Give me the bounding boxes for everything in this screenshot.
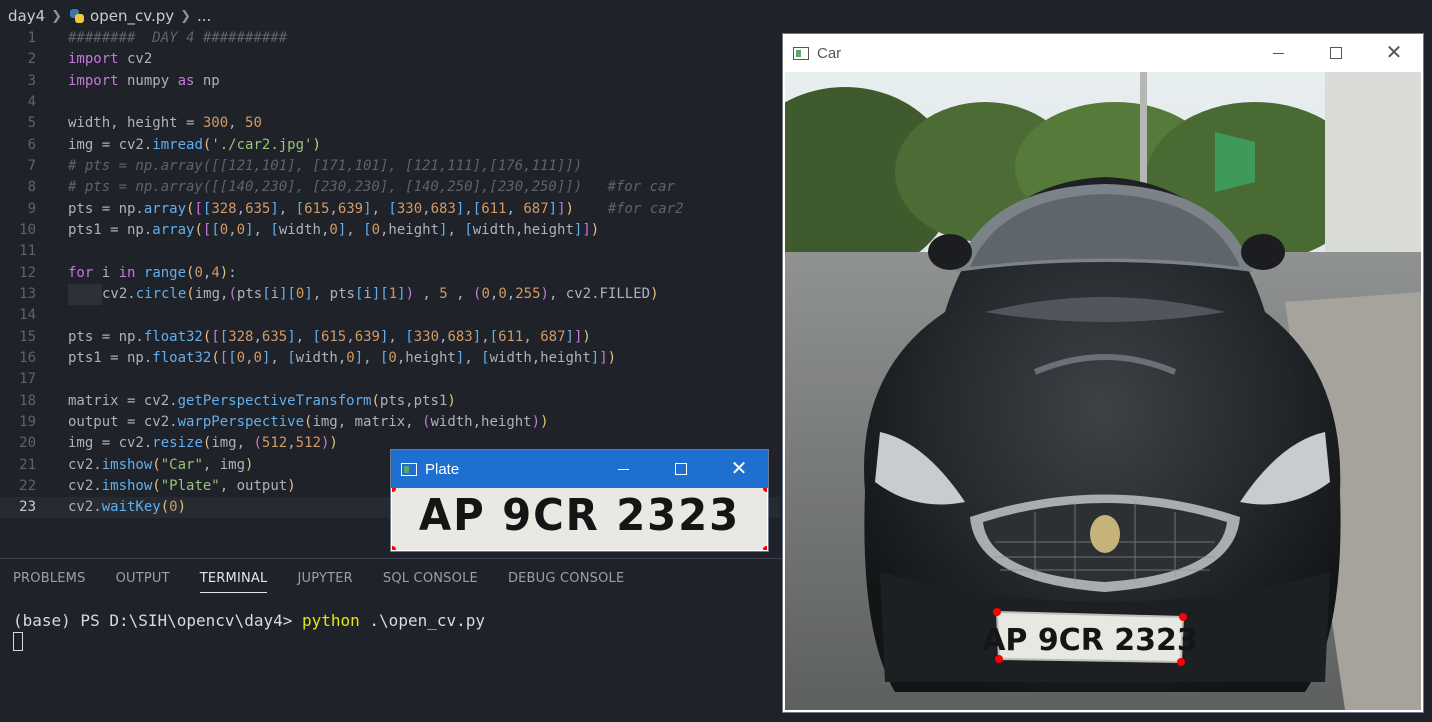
window-app-icon: [793, 46, 809, 60]
plate-window-title: Plate: [425, 460, 460, 478]
terminal-cursor: [13, 632, 23, 651]
marker-dot: [1177, 658, 1185, 666]
code-line[interactable]: 2 import cv2: [0, 49, 780, 70]
code-line[interactable]: 1 ######## DAY 4 ##########: [0, 28, 780, 49]
tab-debug-console[interactable]: DEBUG CONSOLE: [508, 571, 624, 593]
code-line[interactable]: 5 width, height = 300, 50: [0, 113, 780, 134]
plate-window-titlebar[interactable]: Plate ✕: [391, 450, 768, 488]
code-line[interactable]: 17: [0, 369, 780, 390]
minimize-icon: [617, 468, 629, 470]
bottom-panel: PROBLEMS OUTPUT TERMINAL JUPYTER SQL CON…: [0, 558, 782, 722]
car-plate-text: AP 9CR 2323: [982, 623, 1198, 658]
code-line[interactable]: 12 for i in range(0,4):: [0, 263, 780, 284]
breadcrumb-file[interactable]: open_cv.py: [90, 7, 174, 25]
marker-dot: [392, 546, 396, 550]
car-window[interactable]: Car ✕ AP 9CR 2323: [783, 34, 1423, 712]
tab-output[interactable]: OUTPUT: [116, 571, 170, 593]
terminal-command: python: [301, 611, 360, 630]
minimize-button[interactable]: [594, 450, 652, 488]
python-file-icon: [70, 9, 85, 23]
tab-jupyter[interactable]: JUPYTER: [297, 571, 352, 593]
marker-dot: [763, 546, 767, 550]
maximize-icon: [675, 463, 687, 475]
close-icon: ✕: [730, 458, 748, 480]
terminal-args: .\open_cv.py: [359, 611, 486, 630]
plate-image: AP 9CR 2323: [392, 488, 767, 550]
close-icon: ✕: [1385, 42, 1403, 64]
code-line[interactable]: 9 pts = np.array([[328,635], [615,639], […: [0, 199, 780, 220]
breadcrumb-more[interactable]: ...: [197, 7, 211, 25]
marker-dot: [763, 488, 767, 492]
marker-dot: [392, 488, 396, 492]
panel-tabs: PROBLEMS OUTPUT TERMINAL JUPYTER SQL CON…: [0, 571, 641, 593]
car-image: AP 9CR 2323: [785, 72, 1421, 710]
breadcrumb-folder[interactable]: day4: [8, 7, 45, 25]
tab-sql-console[interactable]: SQL CONSOLE: [383, 571, 478, 593]
terminal-prompt: (base) PS D:\SIH\opencv\day4>: [13, 611, 302, 630]
chevron-right-icon: ❯: [51, 8, 63, 24]
close-button[interactable]: ✕: [1365, 34, 1423, 72]
car-window-title: Car: [817, 44, 842, 62]
terminal-line[interactable]: (base) PS D:\SIH\opencv\day4> python .\o…: [13, 611, 485, 630]
tab-problems[interactable]: PROBLEMS: [13, 571, 86, 593]
code-line[interactable]: 16 pts1 = np.float32([[0,0], [width,0], […: [0, 348, 780, 369]
marker-dot: [993, 608, 1001, 616]
code-line[interactable]: 13 cv2.circle(img,(pts[i][0], pts[i][1]) …: [0, 284, 780, 305]
maximize-button[interactable]: [1307, 34, 1365, 72]
code-line[interactable]: 7 # pts = np.array([[121,101], [171,101],…: [0, 156, 780, 177]
code-line[interactable]: 19 output = cv2.warpPerspective(img, matr…: [0, 412, 780, 433]
marker-dot: [995, 655, 1003, 663]
code-line[interactable]: 8 # pts = np.array([[140,230], [230,230],…: [0, 177, 780, 198]
tab-terminal[interactable]: TERMINAL: [199, 571, 268, 593]
marker-dot: [1179, 613, 1187, 621]
maximize-icon: [1330, 47, 1342, 59]
window-app-icon: [401, 462, 417, 476]
code-line[interactable]: 15 pts = np.float32([[328,635], [615,639]…: [0, 327, 780, 348]
close-button[interactable]: ✕: [710, 450, 768, 488]
code-line[interactable]: 14: [0, 305, 780, 326]
minimize-icon: [1272, 52, 1284, 54]
code-line[interactable]: 10 pts1 = np.array([[0,0], [width,0], [0,…: [0, 220, 780, 241]
code-line[interactable]: 11: [0, 241, 780, 262]
chevron-right-icon: ❯: [180, 8, 192, 24]
code-line[interactable]: 6 img = cv2.imread('./car2.jpg'): [0, 135, 780, 156]
minimize-button[interactable]: [1249, 34, 1307, 72]
plate-text: AP 9CR 2323: [418, 490, 741, 541]
maximize-button[interactable]: [652, 450, 710, 488]
plate-window[interactable]: Plate ✕ AP 9CR 2323: [391, 450, 768, 551]
car-window-titlebar[interactable]: Car ✕: [783, 34, 1423, 72]
code-line[interactable]: 4: [0, 92, 780, 113]
code-line[interactable]: 18 matrix = cv2.getPerspectiveTransform(p…: [0, 391, 780, 412]
code-line[interactable]: 3 import numpy as np: [0, 71, 780, 92]
